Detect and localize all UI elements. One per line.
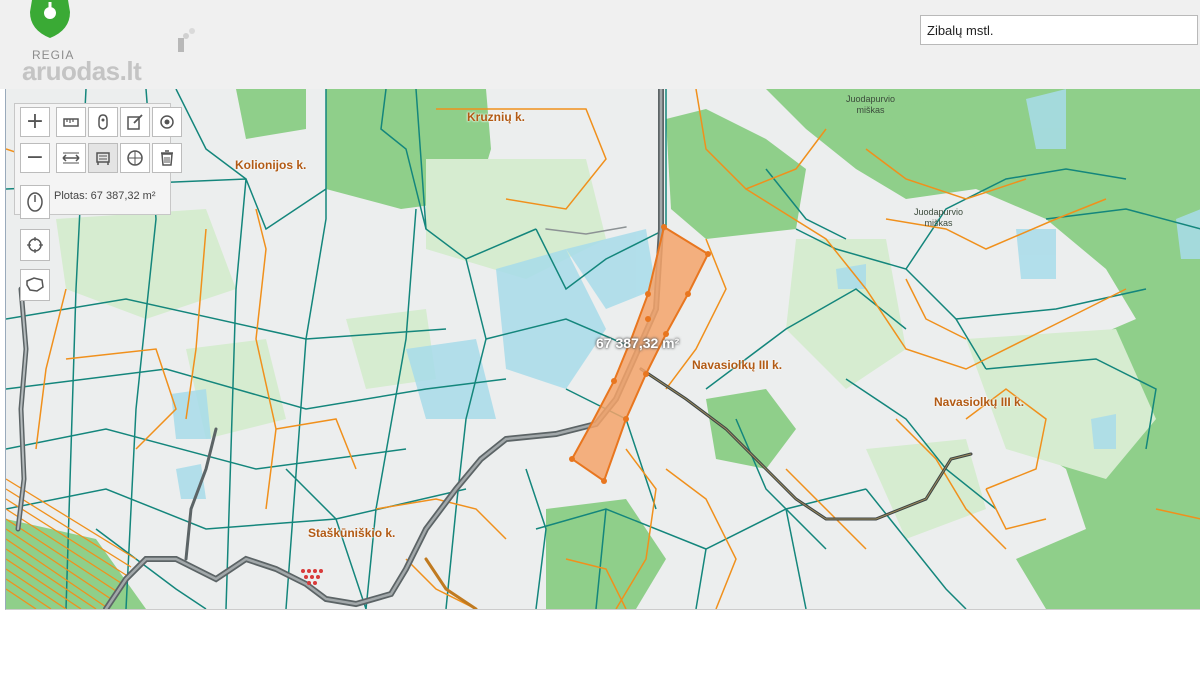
village-label-navasiolku-2: Navasiolkų III k.: [934, 395, 1025, 409]
map-view[interactable]: Kruznių k. Kolionijos k. Navasiolkų III …: [5, 89, 1200, 610]
lasso-icon: [26, 277, 44, 292]
measure-distance-button[interactable]: [56, 107, 86, 137]
target-icon: [160, 115, 174, 129]
measure-area-button[interactable]: [88, 143, 118, 173]
edit-icon: [127, 114, 143, 130]
marker-button[interactable]: [88, 107, 118, 137]
pin-icon: [98, 114, 108, 130]
forest-label-1: Juodapurvio miškas: [846, 94, 896, 115]
target-button[interactable]: [152, 107, 182, 137]
logo-tld-text: .lt: [119, 56, 142, 86]
village-label-kolionijos: Kolionijos k.: [235, 158, 307, 172]
crosshair-icon: [27, 237, 43, 253]
zoom-in-button[interactable]: +: [20, 107, 50, 137]
trash-icon: [161, 150, 173, 166]
edit-button[interactable]: [120, 107, 150, 137]
globe-icon: [127, 150, 143, 166]
measure-width-button[interactable]: [56, 143, 86, 173]
area-tool-icon: [96, 152, 110, 165]
compass-button[interactable]: [20, 185, 50, 219]
ruler-icon: [63, 118, 79, 127]
selected-area-label: 67 387,32 m²: [596, 335, 680, 351]
area-readout: Plotas: 67 387,32 m²: [54, 190, 156, 202]
lasso-select-button[interactable]: [20, 269, 50, 301]
locate-button[interactable]: [20, 229, 50, 261]
forest-label-2: Juodapurvio miškas: [914, 207, 964, 228]
layers-button[interactable]: [120, 143, 150, 173]
logo[interactable]: REGIA aruodas.lt: [10, 0, 210, 89]
search-input[interactable]: Zibalų mstl.: [920, 15, 1198, 45]
village-label-kruzniu: Kruznių k.: [467, 110, 526, 124]
village-label-staskuniskio: Staškūniškio k.: [308, 526, 396, 540]
delete-button[interactable]: [152, 143, 182, 173]
top-bar: REGIA aruodas.lt Zibalų mstl.: [0, 0, 1200, 89]
village-label-navasiolku-1: Navasiolkų III k.: [692, 358, 783, 372]
expand-horizontal-icon: [62, 152, 80, 164]
compass-icon: [27, 192, 43, 212]
zoom-out-button[interactable]: −: [20, 143, 50, 173]
logo-brand-text: aruodas: [22, 56, 120, 86]
